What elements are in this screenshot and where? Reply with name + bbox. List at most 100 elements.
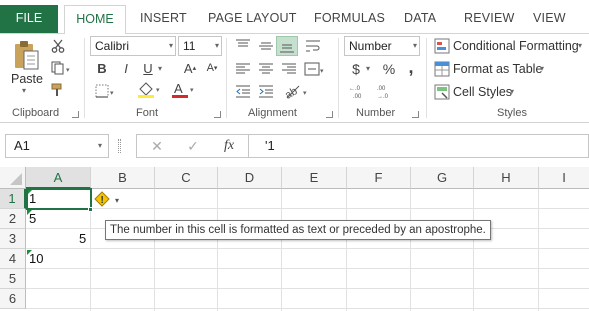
svg-text:A: A xyxy=(174,81,183,96)
row-header-2[interactable]: 2 xyxy=(0,209,26,229)
increase-indent-icon[interactable] xyxy=(256,82,276,100)
font-size-select[interactable]: 11 ▾ xyxy=(178,36,222,56)
ribbon-tabs: FILE HOME INSERT PAGE LAYOUT FORMULAS DA… xyxy=(0,0,589,34)
svg-text:←.0: ←.0 xyxy=(349,86,361,92)
decrease-indent-icon[interactable] xyxy=(233,82,253,100)
column-header-i[interactable]: I xyxy=(539,167,589,189)
row-header-1[interactable]: 1 xyxy=(0,189,26,209)
conditional-formatting-button[interactable]: Conditional Formatting xyxy=(453,39,579,53)
fill-handle[interactable] xyxy=(88,207,93,212)
format-as-table-button[interactable]: Format as Table xyxy=(453,62,542,76)
number-format-select[interactable]: Number ▾ xyxy=(344,36,420,56)
decrease-decimal-icon[interactable]: .00 →.0 xyxy=(376,82,400,100)
tab-file[interactable]: FILE xyxy=(0,5,58,33)
row-header-4[interactable]: 4 xyxy=(0,249,26,269)
paste-icon[interactable] xyxy=(10,38,44,74)
align-bottom-icon[interactable] xyxy=(276,36,298,56)
cancel-icon[interactable]: ✕ xyxy=(149,138,165,154)
column-header-g[interactable]: G xyxy=(411,167,474,189)
font-name-select[interactable]: Calibri ▾ xyxy=(90,36,176,56)
orientation-icon[interactable]: ab ▾ xyxy=(283,82,311,100)
gridline xyxy=(26,208,589,209)
group-divider xyxy=(84,38,85,118)
percent-button[interactable]: % xyxy=(380,60,398,78)
cell-styles-button[interactable]: Cell Styles xyxy=(453,85,512,99)
align-right-icon[interactable] xyxy=(279,60,299,78)
formula-input[interactable]: '1 xyxy=(248,134,589,158)
tab-insert[interactable]: INSERT xyxy=(140,11,187,25)
align-center-icon[interactable] xyxy=(256,60,276,78)
format-as-table-icon[interactable] xyxy=(433,60,451,78)
wrap-text-icon[interactable] xyxy=(303,37,323,55)
group-divider xyxy=(426,38,427,118)
number-launcher-icon[interactable] xyxy=(412,111,419,118)
svg-text:→.0: →.0 xyxy=(377,94,389,99)
column-header-d[interactable]: D xyxy=(218,167,282,189)
name-box[interactable]: A1 ▾ xyxy=(5,134,109,158)
error-indicator xyxy=(27,210,32,215)
active-cell-selection xyxy=(26,188,92,210)
comma-style-button[interactable]: , xyxy=(404,57,418,77)
column-header-h[interactable]: H xyxy=(474,167,539,189)
merge-center-icon[interactable]: ▾ xyxy=(303,60,327,78)
resize-handle[interactable] xyxy=(118,139,121,153)
cut-icon[interactable] xyxy=(50,38,66,54)
currency-dropdown-icon[interactable]: ▾ xyxy=(366,64,370,73)
gridline xyxy=(26,268,589,269)
underline-button[interactable]: U xyxy=(140,60,156,76)
alignment-launcher-icon[interactable] xyxy=(326,111,333,118)
column-header-e[interactable]: E xyxy=(282,167,347,189)
fill-color-icon[interactable]: ▾ xyxy=(136,80,164,100)
underline-dropdown-icon[interactable]: ▾ xyxy=(158,64,162,73)
column-header-f[interactable]: F xyxy=(347,167,411,189)
chevron-down-icon[interactable]: ▾ xyxy=(540,64,544,73)
font-color-icon[interactable]: A ▾ xyxy=(170,80,198,100)
tab-home[interactable]: HOME xyxy=(64,5,126,34)
currency-button[interactable]: $ xyxy=(347,60,365,78)
row-header-5[interactable]: 5 xyxy=(0,269,26,289)
chevron-down-icon: ▾ xyxy=(168,41,173,50)
gridline xyxy=(26,308,589,309)
format-painter-icon[interactable] xyxy=(50,82,66,98)
cell-styles-icon[interactable] xyxy=(433,83,451,101)
conditional-formatting-icon[interactable] xyxy=(433,37,451,55)
paste-label[interactable]: Paste xyxy=(11,72,43,86)
borders-icon[interactable]: ▾ xyxy=(94,82,118,100)
gridline xyxy=(26,288,589,289)
bold-button[interactable]: B xyxy=(94,60,110,76)
tab-data[interactable]: DATA xyxy=(404,11,436,25)
group-divider xyxy=(226,38,227,118)
decrease-font-size-icon[interactable]: A ▾ xyxy=(204,60,220,76)
tab-review[interactable]: REVIEW xyxy=(464,11,515,25)
chevron-down-icon[interactable]: ▾ xyxy=(510,87,514,96)
align-left-icon[interactable] xyxy=(233,60,253,78)
tab-formulas[interactable]: FORMULAS xyxy=(314,11,385,25)
tab-page-layout[interactable]: PAGE LAYOUT xyxy=(208,11,297,25)
svg-text:▾: ▾ xyxy=(115,196,119,205)
column-header-b[interactable]: B xyxy=(91,167,155,189)
align-top-icon[interactable] xyxy=(233,37,253,55)
cell-a3[interactable]: 5 xyxy=(79,229,86,249)
tab-view[interactable]: VIEW xyxy=(533,11,566,25)
font-launcher-icon[interactable] xyxy=(214,111,221,118)
italic-button[interactable]: I xyxy=(118,60,134,76)
error-checking-button[interactable]: ! ▾ xyxy=(94,191,126,208)
chevron-down-icon[interactable]: ▾ xyxy=(578,41,582,50)
copy-icon[interactable]: ▾ xyxy=(50,60,74,76)
enter-icon[interactable]: ✓ xyxy=(185,138,201,154)
select-all-corner[interactable] xyxy=(0,167,26,189)
align-middle-icon[interactable] xyxy=(256,37,276,55)
chevron-down-icon: ▾ xyxy=(412,41,417,50)
warning-icon: ! ▾ xyxy=(94,191,119,207)
number-group-label: Number xyxy=(356,107,396,119)
increase-decimal-icon[interactable]: ←.0.00 xyxy=(348,82,372,100)
clipboard-launcher-icon[interactable] xyxy=(72,111,79,118)
insert-function-icon[interactable]: fx xyxy=(219,138,239,154)
row-header-6[interactable]: 6 xyxy=(0,289,26,309)
column-header-a[interactable]: A xyxy=(26,167,91,189)
row-header-3[interactable]: 3 xyxy=(0,229,26,249)
increase-font-size-icon[interactable]: A ▴ xyxy=(182,60,198,76)
column-header-c[interactable]: C xyxy=(155,167,218,189)
paste-dropdown-icon[interactable]: ▾ xyxy=(22,86,26,95)
svg-text:▾: ▾ xyxy=(190,87,194,94)
